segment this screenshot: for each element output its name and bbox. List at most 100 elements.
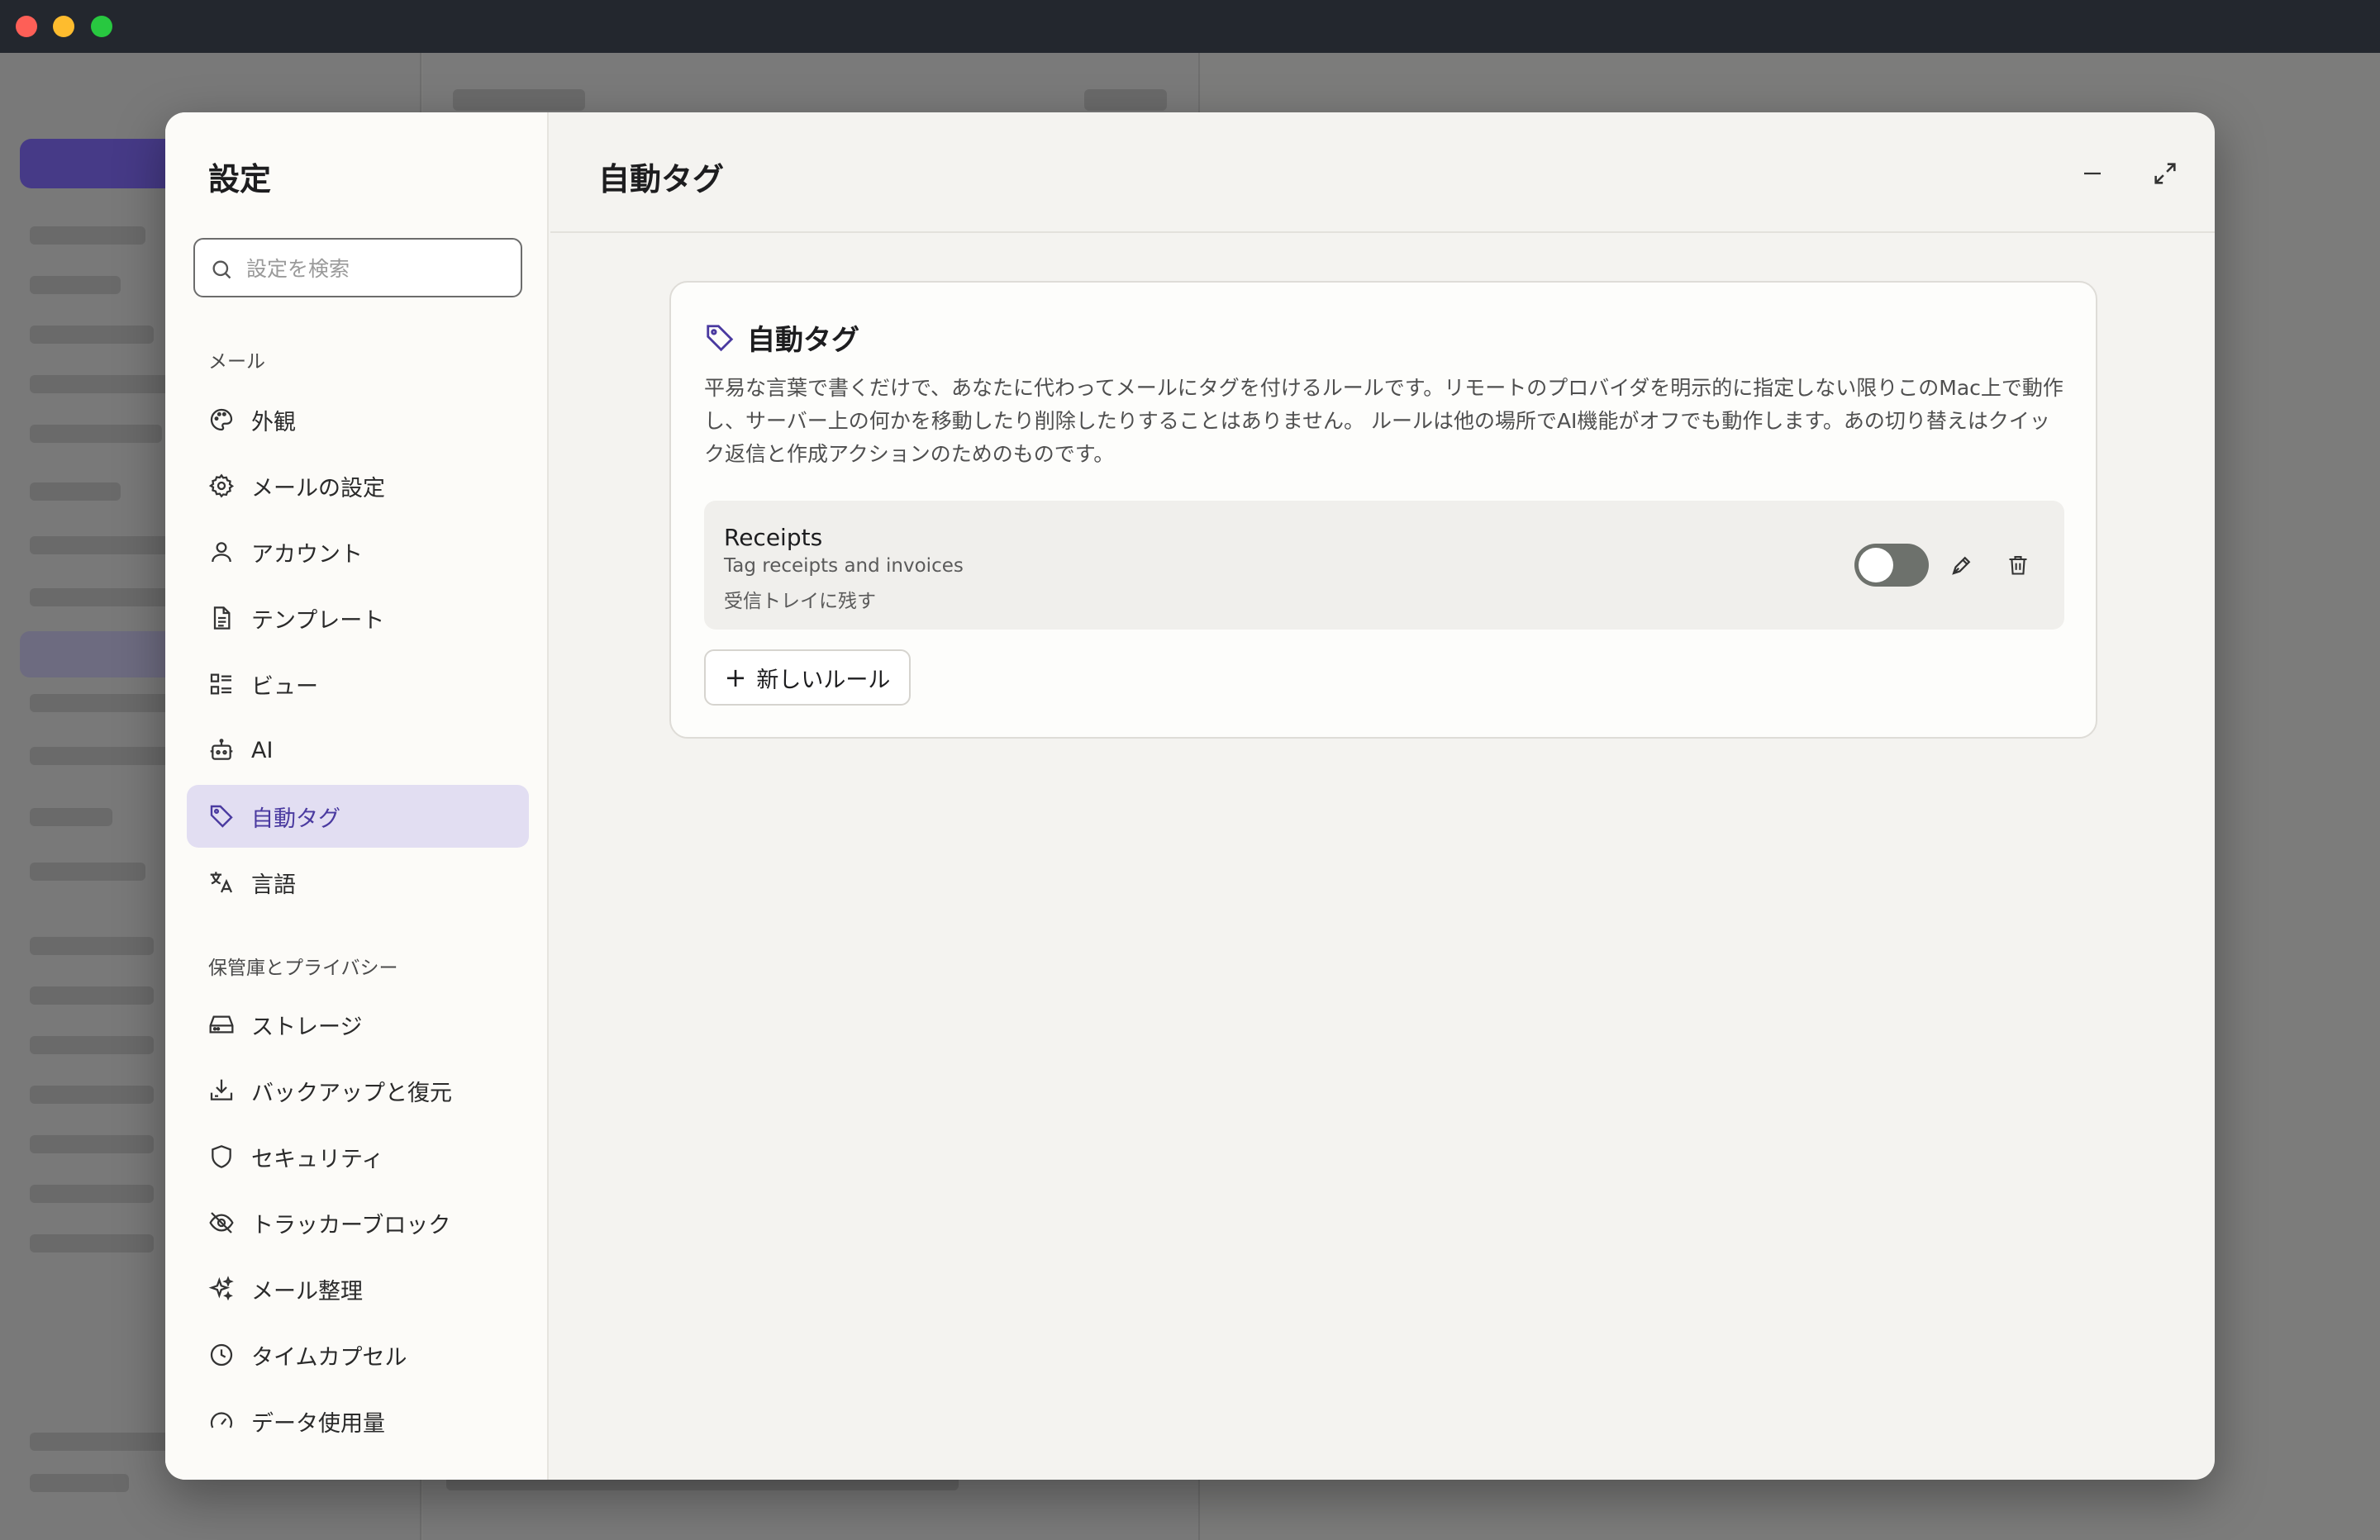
expand-button[interactable] — [2145, 154, 2185, 193]
sidebar-item-label: タイムカプセル — [251, 1344, 407, 1371]
background-row — [30, 1433, 170, 1451]
background-row — [30, 276, 121, 294]
sidebar-item-appearance[interactable]: 外観 — [187, 388, 529, 451]
sidebar-item-label: トラッカーブロック — [251, 1212, 451, 1238]
settings-search-input[interactable] — [246, 250, 511, 288]
sidebar-item-label: 言語 — [251, 872, 296, 898]
background-row — [1084, 89, 1167, 111]
background-row — [30, 482, 121, 501]
sidebar-item-security[interactable]: セキュリティ — [187, 1125, 529, 1188]
sidebar-item-label: メールの設定 — [251, 475, 385, 501]
trash-icon — [2009, 556, 2027, 575]
tag-icon — [707, 324, 734, 351]
auto-tag-card: 自動タグ 平易な言葉で書くだけで、あなたに代わってメールにタグを付けるルールです… — [669, 281, 2097, 739]
settings-search-box[interactable] — [193, 238, 522, 297]
user-icon — [207, 537, 236, 567]
sidebar-item-views[interactable]: ビュー — [187, 653, 529, 715]
minimize-button[interactable] — [2073, 154, 2112, 193]
card-header: 自動タグ — [704, 317, 859, 358]
card-title: 自動タグ — [747, 324, 859, 357]
plus-icon: + — [724, 662, 747, 693]
window-maximize-button[interactable] — [91, 16, 112, 37]
sidebar-item-label: ストレージ — [251, 1014, 363, 1040]
sidebar-item-backup-restore[interactable]: バックアップと復元 — [187, 1059, 529, 1122]
sidebar-item-time-capsule[interactable]: タイムカプセル — [187, 1324, 529, 1386]
clock-icon — [207, 1340, 236, 1370]
robot-icon — [207, 735, 236, 765]
background-row — [30, 588, 170, 606]
sidebar-item-label: メール整理 — [251, 1278, 363, 1305]
settings-sidebar: 設定 メール 外観 メールの設定 アカウント — [165, 112, 549, 1480]
sidebar-item-label: ビュー — [251, 673, 318, 700]
card-description: 平易な言葉で書くだけで、あなたに代わってメールにタグを付けるルールです。リモート… — [704, 376, 2063, 466]
background-row — [30, 226, 145, 245]
background-row — [30, 937, 154, 955]
rule-enabled-toggle[interactable] — [1854, 544, 1929, 587]
minus-icon — [2084, 172, 2101, 175]
background-row — [30, 1036, 154, 1054]
background-row — [30, 536, 170, 554]
edit-pen-icon — [1952, 556, 1971, 575]
expand-icon — [2154, 163, 2176, 184]
sidebar-item-auto-tag[interactable]: 自動タグ — [187, 785, 529, 848]
sidebar-item-ai[interactable]: AI — [187, 719, 529, 782]
eye-off-icon — [207, 1208, 236, 1238]
view-list-icon — [207, 669, 236, 699]
new-rule-button[interactable]: + 新しいルール — [704, 649, 911, 706]
gear-icon — [207, 471, 236, 501]
drive-icon — [207, 1010, 236, 1039]
document-icon — [207, 603, 236, 633]
background-row — [30, 375, 170, 393]
sidebar-item-language[interactable]: 言語 — [187, 851, 529, 914]
settings-dialog: 設定 メール 外観 メールの設定 アカウント — [165, 112, 2215, 1480]
background-row — [30, 808, 112, 826]
sidebar-item-mail-settings[interactable]: メールの設定 — [187, 454, 529, 517]
sidebar-item-account[interactable]: アカウント — [187, 520, 529, 583]
tag-icon — [207, 801, 236, 831]
rule-name: Receipts — [724, 524, 823, 551]
background-row — [30, 1135, 154, 1153]
background-row — [30, 694, 170, 712]
rule-row: Receipts Tag receipts and invoices 受信トレイ… — [704, 501, 2064, 630]
download-icon — [207, 1076, 236, 1105]
rule-action: 受信トレイに残す — [724, 591, 876, 612]
sidebar-item-tracker-block[interactable]: トラッカーブロック — [187, 1191, 529, 1254]
background-row — [30, 863, 145, 881]
sidebar-item-label: アカウント — [251, 541, 363, 568]
sidebar-item-templates[interactable]: テンプレート — [187, 587, 529, 649]
delete-rule-button[interactable] — [2000, 547, 2036, 583]
background-row — [30, 326, 154, 344]
background-row — [30, 1086, 154, 1104]
toggle-knob — [1859, 548, 1893, 582]
new-rule-label: 新しいルール — [756, 667, 891, 693]
background-row — [30, 747, 170, 765]
section-heading-vault-privacy: 保管庫とプライバシー — [208, 958, 398, 979]
settings-main-panel: 自動タグ 自動タグ 平易な言葉で書くだけで、あなたに代わってメールにタグを付ける… — [550, 112, 2215, 1480]
edit-rule-button[interactable] — [1944, 547, 1980, 583]
sidebar-item-label: 外観 — [251, 409, 296, 435]
background-row — [30, 1185, 154, 1203]
sidebar-item-label: セキュリティ — [251, 1146, 384, 1172]
section-heading-mail: メール — [208, 351, 265, 373]
background-row — [30, 1234, 154, 1252]
sidebar-item-label: バックアップと復元 — [251, 1080, 452, 1106]
background-row — [30, 425, 162, 443]
window-titlebar — [0, 0, 2380, 53]
rule-description: Tag receipts and invoices — [724, 555, 964, 577]
settings-header: 自動タグ — [550, 112, 2215, 233]
sidebar-item-label: 自動タグ — [251, 806, 340, 832]
sidebar-item-label: AI — [251, 737, 274, 763]
sparkles-icon — [207, 1274, 236, 1304]
window-close-button[interactable] — [16, 16, 37, 37]
sidebar-item-data-usage[interactable]: データ使用量 — [187, 1390, 529, 1452]
page-title: 自動タグ — [598, 161, 725, 197]
sidebar-item-label: データ使用量 — [251, 1410, 385, 1437]
palette-icon — [207, 405, 236, 435]
gauge-icon — [207, 1406, 236, 1436]
sidebar-item-storage[interactable]: ストレージ — [187, 993, 529, 1056]
settings-title: 設定 — [208, 161, 272, 197]
background-row — [30, 1474, 129, 1492]
translate-icon — [207, 867, 236, 897]
sidebar-item-mail-cleanup[interactable]: メール整理 — [187, 1257, 529, 1320]
window-minimize-button[interactable] — [53, 16, 74, 37]
